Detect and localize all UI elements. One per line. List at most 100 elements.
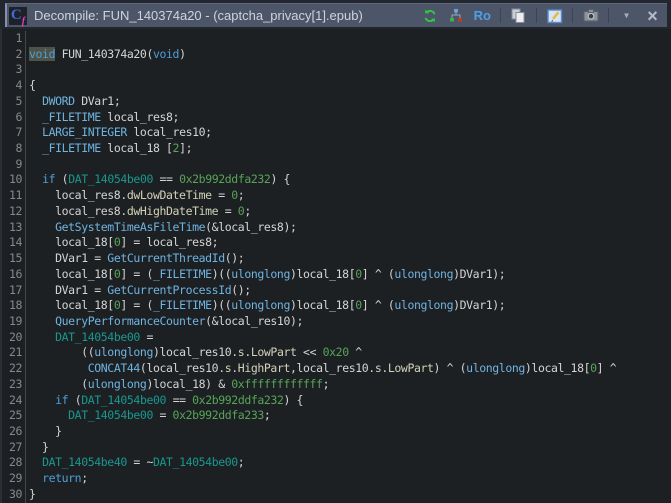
code-line[interactable]: 13 GetSystemTimeAsFileTime(&local_res8);: [2, 220, 671, 236]
code-line[interactable]: 4{: [2, 78, 671, 94]
code-token[interactable]: [29, 94, 42, 108]
code-line[interactable]: 14 local_18[0] = local_res8;: [2, 235, 671, 251]
code-token[interactable]: )local_18[: [525, 361, 590, 375]
code-token[interactable]: _FILETIME: [42, 110, 101, 124]
code-token[interactable]: )local_18[: [290, 267, 355, 281]
code-token[interactable]: ;: [244, 204, 251, 218]
code-token[interactable]: _FILETIME: [153, 298, 212, 312]
code-line[interactable]: 15 DVar1 = GetCurrentThreadId();: [2, 251, 671, 267]
code-token[interactable]: )local_18[: [290, 298, 355, 312]
code-token[interactable]: {: [29, 78, 36, 92]
code-token[interactable]: ): [179, 47, 186, 61]
code-token[interactable]: )((: [212, 267, 232, 281]
code-line[interactable]: 17 DVar1 = GetCurrentProcessId();: [2, 283, 671, 299]
code-line[interactable]: 18 local_18[0] = (_FILETIME)((ulonglong)…: [2, 298, 671, 314]
code-token[interactable]: if: [55, 393, 68, 407]
code-token[interactable]: ulonglong: [466, 361, 525, 375]
code-token[interactable]: (: [29, 377, 88, 391]
code-token[interactable]: ulonglong: [231, 267, 290, 281]
code-token[interactable]: DVar1 =: [29, 283, 107, 297]
code-token[interactable]: ;: [264, 408, 271, 422]
code-token[interactable]: ) {: [270, 172, 290, 186]
code-token[interactable]: =: [140, 330, 153, 344]
code-line[interactable]: 9: [2, 157, 671, 173]
code-token[interactable]: ) ^ (: [434, 361, 467, 375]
code-token[interactable]: ==: [153, 172, 179, 186]
code-token[interactable]: )local_res10.: [153, 345, 238, 359]
rerun-label[interactable]: Ro: [474, 8, 491, 23]
code-token[interactable]: [29, 408, 68, 422]
code-token[interactable]: [29, 172, 42, 186]
code-token[interactable]: [29, 361, 88, 375]
code-token[interactable]: =: [212, 188, 232, 202]
code-token[interactable]: ^: [349, 345, 362, 359]
code-token[interactable]: [29, 125, 42, 139]
code-token[interactable]: )local_18) &: [146, 377, 231, 391]
code-token[interactable]: QueryPerformanceCounter: [55, 314, 205, 328]
code-token[interactable]: DAT_14054be00: [55, 330, 140, 344]
code-token[interactable]: ] ^: [597, 361, 617, 375]
code-token[interactable]: GetCurrentThreadId: [107, 251, 224, 265]
code-token[interactable]: local_res10;: [127, 125, 212, 139]
code-token[interactable]: 0x2b992ddfa232: [192, 393, 283, 407]
code-token[interactable]: DAT_14054be00: [68, 172, 153, 186]
code-token[interactable]: ;: [323, 377, 330, 391]
code-token[interactable]: ) {: [284, 393, 304, 407]
code-token[interactable]: <<: [297, 345, 323, 359]
code-token[interactable]: 0xffffffffffff: [231, 377, 322, 391]
code-token[interactable]: local_res8.: [29, 188, 127, 202]
snapshot-icon[interactable]: [582, 7, 599, 24]
code-line[interactable]: 7 LARGE_INTEGER local_res10;: [2, 125, 671, 141]
code-line[interactable]: 28 DAT_14054be40 = ~DAT_14054be00;: [2, 455, 671, 471]
code-token[interactable]: ulonglong: [394, 267, 453, 281]
code-token[interactable]: ] ^ (: [362, 267, 395, 281]
code-token[interactable]: ulonglong: [231, 298, 290, 312]
code-line[interactable]: 30}: [2, 487, 671, 503]
code-token[interactable]: local_18[: [29, 235, 114, 249]
code-line[interactable]: 5 DWORD DVar1;: [2, 94, 671, 110]
code-line[interactable]: 16 local_18[0] = (_FILETIME)((ulonglong)…: [2, 267, 671, 283]
code-token[interactable]: local_res8.: [29, 204, 127, 218]
code-token[interactable]: ];: [179, 141, 192, 155]
code-token[interactable]: ] ^ (: [362, 298, 395, 312]
code-line[interactable]: 8 _FILETIME local_18 [2];: [2, 141, 671, 157]
code-line[interactable]: 25 DAT_14054be00 = 0x2b992ddfa233;: [2, 408, 671, 424]
code-line[interactable]: 22 CONCAT44(local_res10.s.HighPart,local…: [2, 361, 671, 377]
code-token[interactable]: }: [29, 424, 62, 438]
copy-icon[interactable]: [510, 7, 527, 24]
code-token[interactable]: if: [42, 172, 55, 186]
code-line[interactable]: 11 local_res8.dwLowDateTime = 0;: [2, 188, 671, 204]
code-token[interactable]: ,local_res10.: [290, 361, 375, 375]
code-line[interactable]: 6 _FILETIME local_res8;: [2, 110, 671, 126]
code-token[interactable]: GetSystemTimeAsFileTime: [55, 220, 205, 234]
code-token[interactable]: 0x20: [323, 345, 349, 359]
code-token[interactable]: DAT_14054be00: [153, 455, 238, 469]
code-token[interactable]: DVar1;: [75, 94, 121, 108]
code-line[interactable]: 23 (ulonglong)local_18) & 0xffffffffffff…: [2, 377, 671, 393]
code-token[interactable]: CONCAT44: [88, 361, 140, 375]
code-line[interactable]: 24 if (DAT_14054be00 == 0x2b992ddfa232) …: [2, 393, 671, 409]
code-token[interactable]: ();: [225, 251, 245, 265]
code-line[interactable]: 21 ((ulonglong)local_res10.s.LowPart << …: [2, 345, 671, 361]
close-icon[interactable]: ×: [644, 7, 661, 24]
code-token[interactable]: _FILETIME: [42, 141, 101, 155]
code-token[interactable]: (: [55, 172, 68, 186]
code-token[interactable]: ] = (: [120, 267, 153, 281]
code-token[interactable]: DVar1 =: [29, 251, 107, 265]
code-token[interactable]: [29, 471, 42, 485]
code-token[interactable]: ((: [29, 345, 94, 359]
code-token[interactable]: ==: [166, 393, 192, 407]
code-line[interactable]: 29 return;: [2, 471, 671, 487]
code-line[interactable]: 10 if (DAT_14054be00 == 0x2b992ddfa232) …: [2, 172, 671, 188]
code-token[interactable]: void: [29, 47, 55, 61]
code-token[interactable]: ;: [238, 188, 245, 202]
code-token[interactable]: LowPart: [251, 345, 297, 359]
decompiler-code-panel[interactable]: 12void FUN_140374a20(void)34{5 DWORD DVa…: [0, 29, 671, 503]
code-token[interactable]: return: [42, 471, 81, 485]
code-token[interactable]: dwLowDateTime: [127, 188, 212, 202]
code-token[interactable]: LowPart: [388, 361, 434, 375]
code-token[interactable]: )((: [212, 298, 232, 312]
code-token[interactable]: [29, 220, 55, 234]
code-line[interactable]: 20 DAT_14054be00 =: [2, 330, 671, 346]
code-line[interactable]: 1: [2, 31, 671, 47]
